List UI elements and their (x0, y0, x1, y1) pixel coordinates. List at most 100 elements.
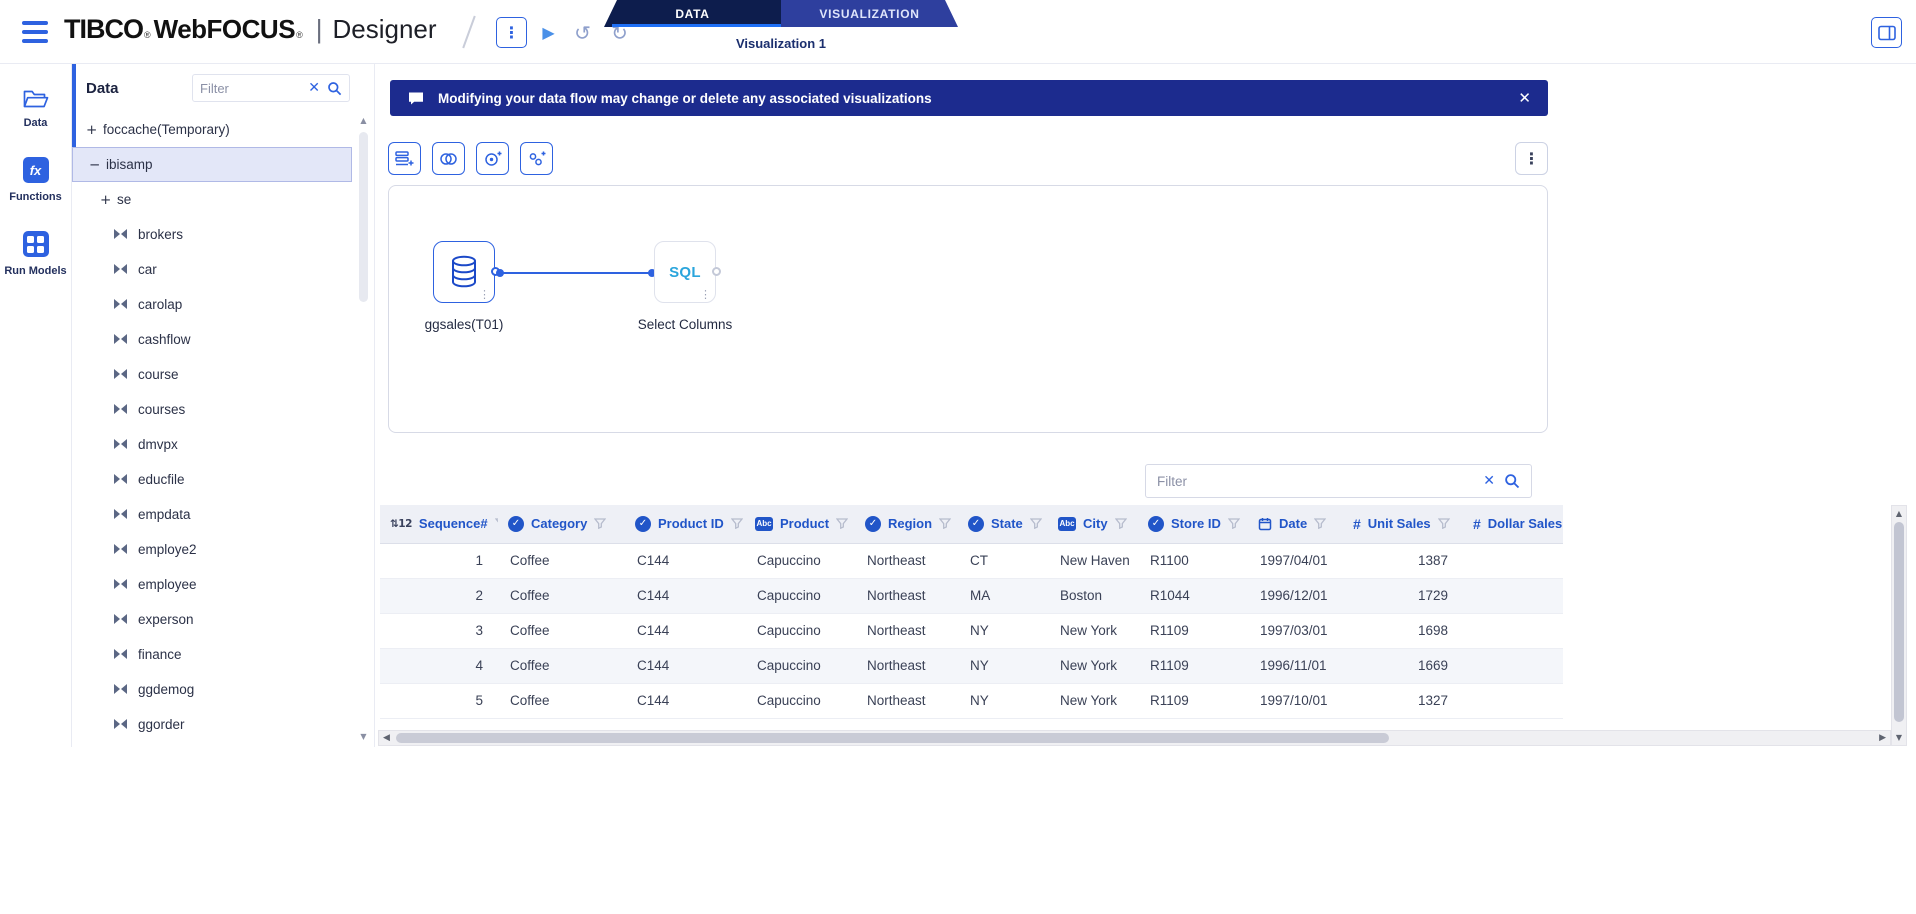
undo-button[interactable]: ↺ (567, 17, 598, 48)
output-port[interactable] (712, 267, 721, 276)
expand-icon[interactable]: + (100, 192, 110, 208)
tree-item-empdata[interactable]: empdata (72, 497, 352, 532)
node-menu-icon[interactable]: ⋮ (700, 288, 711, 301)
collapse-icon[interactable]: − (89, 157, 99, 173)
node-menu-icon[interactable]: ⋮ (479, 288, 490, 301)
scroll-left-icon[interactable]: ◀ (383, 733, 390, 743)
column-header-product-id[interactable]: ✓Product ID (625, 505, 745, 543)
tree-item-se[interactable]: +se (72, 182, 352, 217)
column-header-sequence[interactable]: ⇅12Sequence# (380, 505, 498, 543)
toolbar-menu-button[interactable]: ⋮ (496, 17, 527, 48)
grid-header-row: ⇅12Sequence# ✓Category ✓Product ID AbcPr… (380, 505, 1563, 543)
scrollbar-thumb[interactable] (396, 733, 1389, 743)
expand-icon[interactable]: + (86, 122, 96, 138)
tree-item-car[interactable]: car (72, 252, 352, 287)
data-flow-canvas[interactable]: ⋮ SQL ⋮ ggsales(T01) Select Columns (388, 185, 1548, 433)
search-icon[interactable] (1504, 473, 1520, 489)
column-header-dollar-sales[interactable]: #Dollar Sales (1463, 505, 1563, 543)
tree-item-finance[interactable]: finance (72, 637, 352, 672)
column-header-region[interactable]: ✓Region (855, 505, 958, 543)
rail-item-run-models[interactable]: Run Models (4, 231, 66, 277)
run-button[interactable]: ▶ (533, 17, 564, 48)
column-filter-icon[interactable] (495, 518, 498, 529)
column-header-category[interactable]: ✓Category (498, 505, 625, 543)
column-filter-icon[interactable] (939, 518, 951, 529)
tree-item-course[interactable]: course (72, 357, 352, 392)
column-filter-icon[interactable] (1314, 518, 1326, 529)
column-filter-icon[interactable] (1030, 518, 1042, 529)
data-panel-scrollbar[interactable]: ▲ ▼ (356, 114, 371, 743)
column-filter-icon[interactable] (1438, 518, 1450, 529)
column-filter-icon[interactable] (594, 518, 606, 529)
tree-item-ggdemog[interactable]: ggdemog (72, 672, 352, 707)
tree-item-brokers[interactable]: brokers (72, 217, 352, 252)
grid-filter-input[interactable] (1157, 474, 1474, 489)
data-source-tree: +foccache(Temporary) −ibisamp +se broker… (72, 112, 352, 747)
tree-item-carolap[interactable]: carolap (72, 287, 352, 322)
column-header-city[interactable]: AbcCity (1048, 505, 1138, 543)
tree-item-employee[interactable]: employee (72, 567, 352, 602)
cell: Northeast (855, 613, 958, 648)
column-header-date[interactable]: Date (1248, 505, 1343, 543)
add-columns-button[interactable] (520, 142, 553, 175)
rail-item-data[interactable]: Data (23, 88, 49, 129)
grid-vertical-scrollbar[interactable]: ▲ ▼ (1891, 505, 1907, 746)
tree-item-ibisamp[interactable]: −ibisamp (72, 147, 352, 182)
synonym-icon (114, 474, 127, 485)
tree-item-cashflow[interactable]: cashflow (72, 322, 352, 357)
brand-text: TIBCO (64, 14, 143, 45)
logo-separator: | (316, 14, 323, 45)
panel-toggle-button[interactable] (1871, 17, 1902, 48)
scrollbar-thumb[interactable] (359, 132, 368, 302)
cell: 1 (380, 543, 498, 578)
clear-filter-icon[interactable]: ✕ (308, 81, 320, 95)
tree-item-foccache[interactable]: +foccache(Temporary) (72, 112, 352, 147)
scroll-down-icon[interactable]: ▼ (356, 732, 371, 741)
add-data-button[interactable] (388, 142, 421, 175)
column-filter-icon[interactable] (1115, 518, 1127, 529)
column-label: Category (531, 516, 587, 531)
column-header-unit-sales[interactable]: #Unit Sales (1343, 505, 1463, 543)
scroll-right-icon[interactable]: ▶ (1879, 733, 1886, 743)
tab-data-label: DATA (675, 7, 709, 21)
column-header-state[interactable]: ✓State (958, 505, 1048, 543)
flow-node-source[interactable]: ⋮ (433, 241, 495, 303)
join-button[interactable] (432, 142, 465, 175)
tree-item-dmvpx[interactable]: dmvpx (72, 427, 352, 462)
sql-badge: SQL (669, 264, 701, 281)
scroll-up-icon[interactable]: ▲ (356, 116, 371, 125)
flow-options-button[interactable]: ⋮ (1515, 142, 1548, 175)
hamburger-menu-icon[interactable] (22, 21, 48, 43)
flow-node-sql[interactable]: SQL ⋮ (654, 241, 716, 303)
synonym-icon (114, 649, 127, 660)
tree-item-experson[interactable]: experson (72, 602, 352, 637)
scroll-down-icon[interactable]: ▼ (1892, 733, 1906, 742)
union-button[interactable] (476, 142, 509, 175)
synonym-icon (114, 229, 127, 240)
clear-filter-icon[interactable]: ✕ (1483, 474, 1495, 488)
rail-item-functions[interactable]: fx Functions (9, 157, 62, 203)
rail-label: Functions (9, 191, 62, 203)
scroll-up-icon[interactable]: ▲ (1892, 509, 1906, 518)
scrollbar-thumb[interactable] (1894, 522, 1904, 722)
tab-visualization[interactable]: VISUALIZATION (781, 0, 958, 27)
cell (1463, 578, 1563, 613)
close-icon[interactable]: ✕ (1518, 89, 1531, 107)
cell: New Haven (1048, 543, 1138, 578)
sequence-sort-icon: ⇅12 (390, 518, 412, 530)
column-header-store-id[interactable]: ✓Store ID (1138, 505, 1248, 543)
column-header-product[interactable]: AbcProduct (745, 505, 855, 543)
search-icon[interactable] (327, 81, 342, 96)
models-grid-icon (23, 231, 49, 257)
tree-item-employe2[interactable]: employe2 (72, 532, 352, 567)
column-filter-icon[interactable] (836, 518, 848, 529)
tree-item-educfile[interactable]: educfile (72, 462, 352, 497)
column-filter-icon[interactable] (1228, 518, 1240, 529)
tree-item-ggorder[interactable]: ggorder (72, 707, 352, 742)
data-filter-input[interactable] (200, 81, 301, 96)
tree-item-courses[interactable]: courses (72, 392, 352, 427)
grid-horizontal-scrollbar[interactable]: ◀ ▶ (378, 730, 1891, 746)
tab-data[interactable]: DATA (604, 0, 781, 27)
column-filter-icon[interactable] (731, 518, 743, 529)
tree-item-label: finance (138, 647, 182, 662)
